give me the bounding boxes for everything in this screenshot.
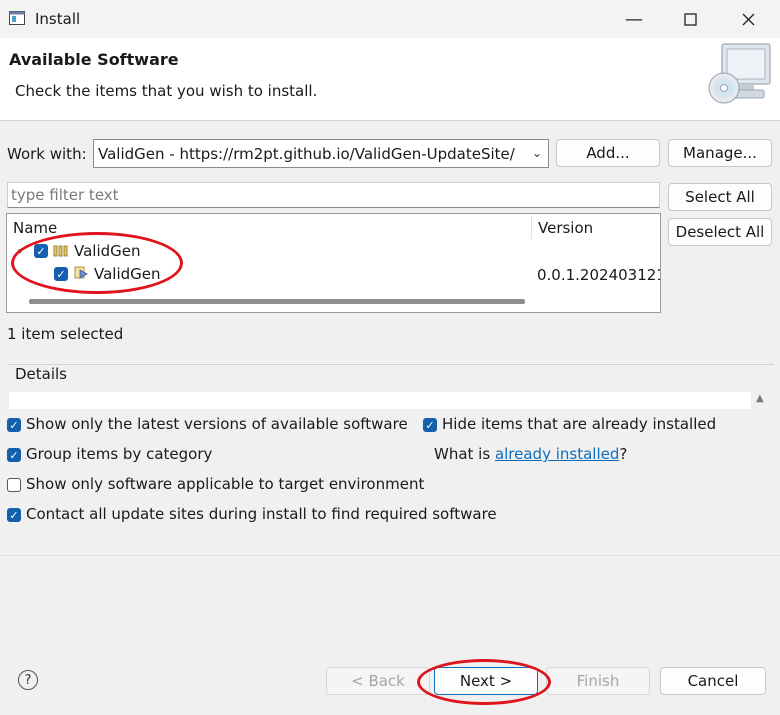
footer-separator [0, 555, 780, 556]
close-window-button[interactable] [720, 0, 776, 38]
check-icon: ✓ [425, 418, 435, 432]
check-icon: ✓ [9, 508, 19, 522]
column-header-version[interactable]: Version [538, 219, 593, 237]
chevron-down-icon: ⌄ [531, 146, 542, 160]
work-with-value: ValidGen - https://rm2pt.github.io/Valid… [98, 144, 515, 163]
finish-button[interactable]: Finish [546, 667, 650, 695]
maximize-icon [683, 12, 697, 26]
contact-sites-label[interactable]: Contact all update sites during install … [26, 505, 497, 523]
install-wizard-icon [708, 43, 771, 104]
add-site-button[interactable]: Add... [556, 139, 660, 167]
deselect-all-button[interactable]: Deselect All [668, 218, 772, 246]
details-label: Details [15, 365, 68, 383]
tree-row-name[interactable]: ValidGen [74, 242, 141, 260]
work-with-label: Work with: [7, 145, 87, 163]
feature-plugin-icon [74, 266, 88, 279]
tree-row-name[interactable]: ValidGen [94, 265, 161, 283]
already-installed-link[interactable]: already installed [495, 445, 619, 463]
back-button[interactable]: < Back [326, 667, 430, 695]
details-text-area[interactable] [9, 392, 751, 409]
row-checkbox-feature[interactable]: ✓ [54, 267, 68, 281]
what-is-suffix: ? [619, 445, 628, 463]
hide-installed-checkbox[interactable]: ✓ [423, 418, 437, 432]
page-message: Check the items that you wish to install… [15, 82, 318, 100]
check-icon: ✓ [56, 267, 66, 281]
target-env-label[interactable]: Show only software applicable to target … [26, 475, 424, 493]
tree-row-version: 0.0.1.20240312140 [537, 266, 660, 284]
hide-installed-label[interactable]: Hide items that are already installed [442, 415, 716, 433]
help-icon[interactable]: ? [18, 670, 38, 690]
maximize-button[interactable] [662, 0, 718, 38]
window-title: Install [35, 10, 81, 28]
column-divider [531, 215, 532, 239]
check-icon: ✓ [36, 244, 46, 258]
cancel-button[interactable]: Cancel [660, 667, 766, 695]
group-by-category-checkbox[interactable]: ✓ [7, 448, 21, 462]
check-icon: ✓ [9, 448, 19, 462]
check-icon: ✓ [9, 418, 19, 432]
page-title: Available Software [9, 50, 179, 69]
work-with-combo[interactable]: ValidGen - https://rm2pt.github.io/Valid… [93, 139, 549, 168]
latest-versions-checkbox[interactable]: ✓ [7, 418, 21, 432]
collapse-arrow-icon[interactable]: ▾ [18, 247, 23, 257]
minimize-button[interactable]: — [606, 0, 662, 38]
category-icon [53, 245, 68, 257]
manage-sites-button[interactable]: Manage... [668, 139, 772, 167]
target-env-checkbox[interactable] [7, 478, 21, 492]
app-window-icon [9, 11, 25, 25]
selection-status: 1 item selected [7, 325, 124, 343]
next-button[interactable]: Next > [434, 667, 538, 695]
horizontal-scrollbar[interactable] [29, 299, 525, 304]
already-installed-question: What is already installed? [434, 445, 627, 463]
filter-input[interactable]: type filter text [7, 182, 660, 208]
group-by-category-label[interactable]: Group items by category [26, 445, 212, 463]
what-is-prefix: What is [434, 445, 495, 463]
minimize-icon: — [625, 8, 643, 30]
contact-sites-checkbox[interactable]: ✓ [7, 508, 21, 522]
select-all-button[interactable]: Select All [668, 183, 772, 211]
latest-versions-label[interactable]: Show only the latest versions of availab… [26, 415, 408, 433]
scroll-up-icon[interactable]: ▲ [756, 393, 764, 404]
row-checkbox-category[interactable]: ✓ [34, 244, 48, 258]
column-header-name[interactable]: Name [13, 219, 57, 237]
close-icon [742, 13, 754, 25]
